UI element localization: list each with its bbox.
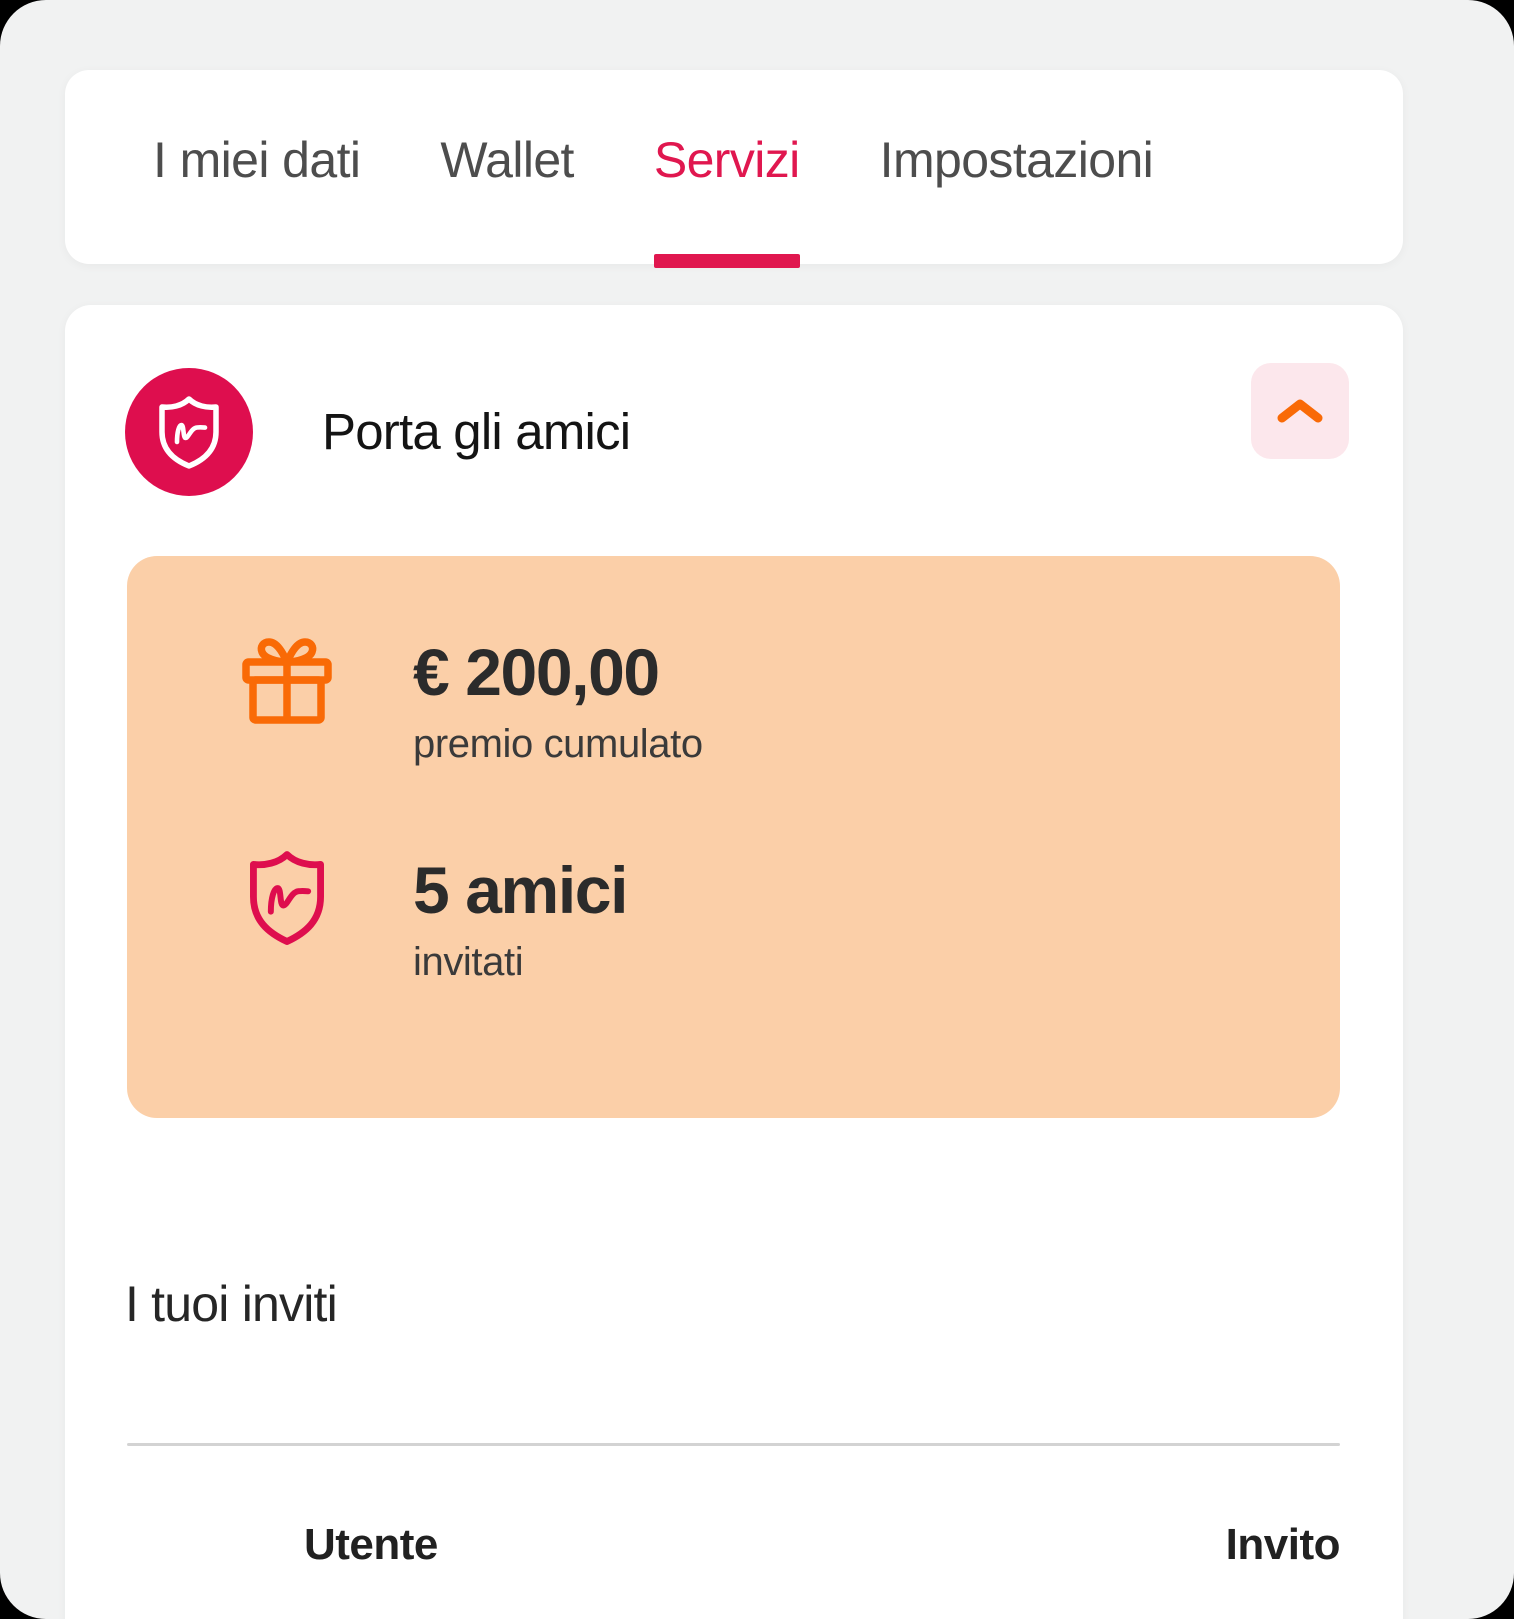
tab-label: Wallet — [440, 132, 574, 188]
reward-friends-count: 5 amici — [413, 853, 628, 927]
gift-icon — [235, 628, 339, 732]
reward-friends-label: invitati — [413, 940, 524, 984]
column-header-invito: Invito — [1225, 1520, 1341, 1569]
column-header-utente: Utente — [304, 1520, 438, 1569]
tab-impostazioni[interactable]: Impostazioni — [880, 128, 1154, 200]
porta-gli-amici-card: Porta gli amici € 200,00 premio cumulato… — [65, 305, 1403, 1619]
tabs-card: I miei dati Wallet Servizi Impostazioni — [65, 70, 1403, 268]
tab-label: Servizi — [653, 132, 800, 188]
shield-icon — [125, 368, 253, 496]
page-title: Porta gli amici — [322, 403, 631, 460]
reward-row-premio: € 200,00 premio cumulato — [235, 628, 703, 770]
reward-row-amici: 5 amici invitati — [235, 846, 628, 988]
reward-text-block: € 200,00 premio cumulato — [413, 628, 703, 770]
reward-text-block: 5 amici invitati — [413, 846, 628, 988]
invites-section-title: I tuoi inviti — [125, 1276, 338, 1332]
reward-amount-label: premio cumulato — [413, 722, 703, 766]
section-divider — [127, 1443, 1340, 1446]
tab-i-miei-dati[interactable]: I miei dati — [153, 128, 361, 200]
invites-table-header: Utente Invito — [127, 1491, 1341, 1611]
chevron-up-icon — [1277, 397, 1323, 425]
tab-wallet[interactable]: Wallet — [440, 128, 574, 200]
tab-label: I miei dati — [153, 132, 361, 188]
reward-summary-panel: € 200,00 premio cumulato 5 amici invitat… — [127, 556, 1340, 1118]
reward-amount: € 200,00 — [413, 635, 660, 709]
tab-label: Impostazioni — [879, 132, 1154, 188]
active-tab-underline — [653, 254, 800, 268]
tab-bar: I miei dati Wallet Servizi Impostazioni — [65, 70, 1403, 268]
card-header: Porta gli amici — [65, 305, 1403, 555]
collapse-toggle-button[interactable] — [1251, 363, 1349, 459]
shield-icon — [235, 846, 339, 950]
tab-servizi[interactable]: Servizi — [653, 128, 800, 268]
app-screen: I miei dati Wallet Servizi Impostazioni — [0, 0, 1514, 1619]
